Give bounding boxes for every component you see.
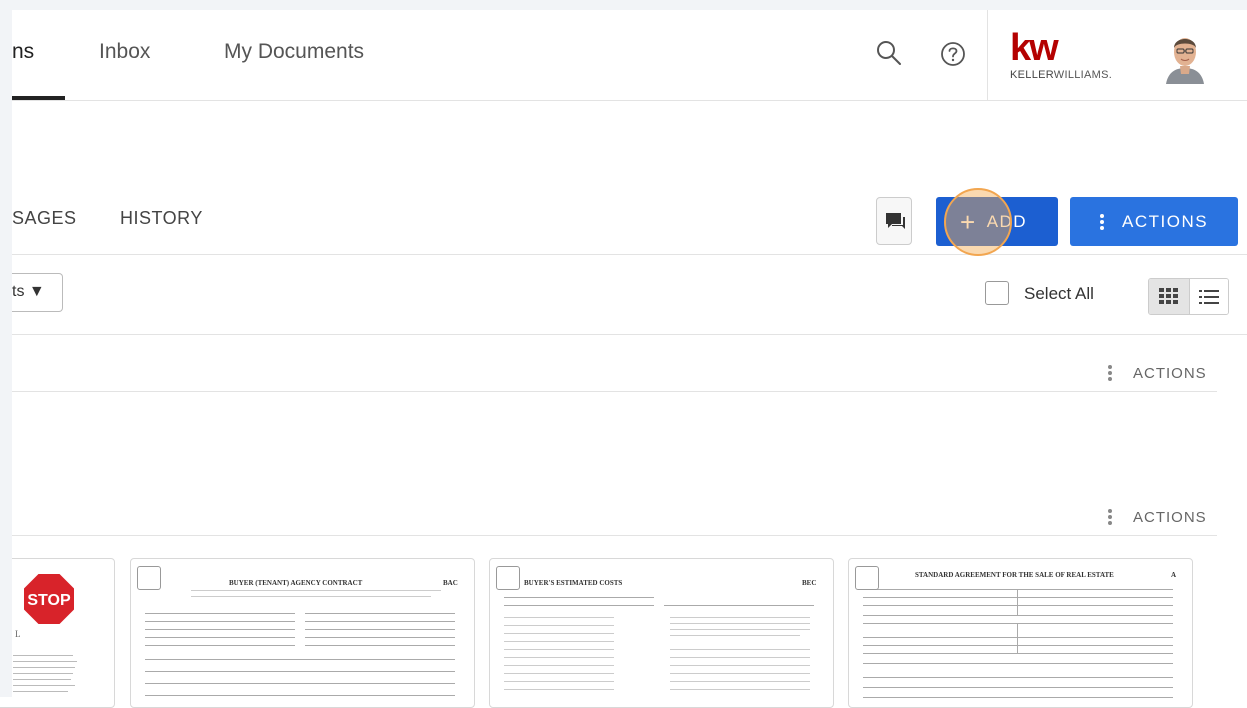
kebab-icon (1108, 507, 1112, 527)
tab-history[interactable]: HISTORY (120, 208, 203, 229)
section-divider (12, 391, 1217, 392)
document-card[interactable]: STANDARD AGREEMENT FOR THE SALE OF REAL … (848, 558, 1193, 708)
grid-view-button[interactable] (1149, 279, 1190, 314)
app-header: ns Inbox My Documents kw KELLERWILLIAMS. (12, 10, 1247, 101)
document-card[interactable]: STOP L (0, 558, 115, 708)
logo-mark: kw (1010, 27, 1059, 69)
document-checkbox[interactable] (855, 566, 879, 590)
toolbar-divider (12, 254, 1247, 255)
section-actions-label: ACTIONS (1133, 364, 1207, 382)
header-divider (987, 10, 988, 100)
help-icon[interactable] (940, 41, 966, 67)
list-view-button[interactable] (1190, 279, 1228, 314)
document-card[interactable]: BUYER'S ESTIMATED COSTS BEC (489, 558, 834, 708)
nav-tab-transactions[interactable]: ns (12, 40, 34, 64)
document-filter-select[interactable]: ts ▼ (12, 273, 63, 312)
search-icon[interactable] (874, 38, 904, 68)
keller-williams-logo[interactable]: kw KELLERWILLIAMS. (1010, 27, 1112, 82)
actions-button-label: ACTIONS (1122, 211, 1209, 231)
section-divider (12, 535, 1217, 536)
stop-sign-icon: STOP (22, 572, 76, 626)
click-highlight (944, 188, 1012, 256)
left-margin (0, 0, 12, 697)
nav-tab-my-documents[interactable]: My Documents (224, 40, 364, 64)
section-actions-1[interactable]: ACTIONS (1108, 363, 1207, 383)
active-tab-underline (12, 96, 65, 100)
svg-text:STOP: STOP (27, 592, 71, 609)
document-card[interactable]: BUYER (TENANT) AGENCY CONTRACT BAC (130, 558, 475, 708)
section-actions-label: ACTIONS (1133, 508, 1207, 526)
view-toggle (1148, 278, 1229, 315)
user-avatar[interactable] (1164, 28, 1206, 84)
nav-tab-inbox[interactable]: Inbox (99, 40, 150, 64)
select-all-label: Select All (1024, 284, 1094, 303)
section-actions-2[interactable]: ACTIONS (1108, 507, 1207, 527)
kebab-icon (1108, 363, 1112, 383)
grid-view-icon (1159, 288, 1178, 304)
logo-wordmark: KELLERWILLIAMS. (1010, 69, 1113, 81)
list-view-icon (1199, 290, 1219, 304)
filter-divider (12, 334, 1247, 335)
kebab-icon (1100, 212, 1104, 232)
chat-button[interactable] (876, 197, 912, 245)
actions-button[interactable]: ACTIONS (1070, 197, 1238, 246)
select-all-checkbox[interactable] (985, 281, 1009, 305)
top-margin (0, 0, 1247, 10)
document-checkbox[interactable] (137, 566, 161, 590)
chat-icon (886, 213, 905, 229)
tab-messages[interactable]: SAGES (12, 208, 77, 229)
document-checkbox[interactable] (496, 566, 520, 590)
